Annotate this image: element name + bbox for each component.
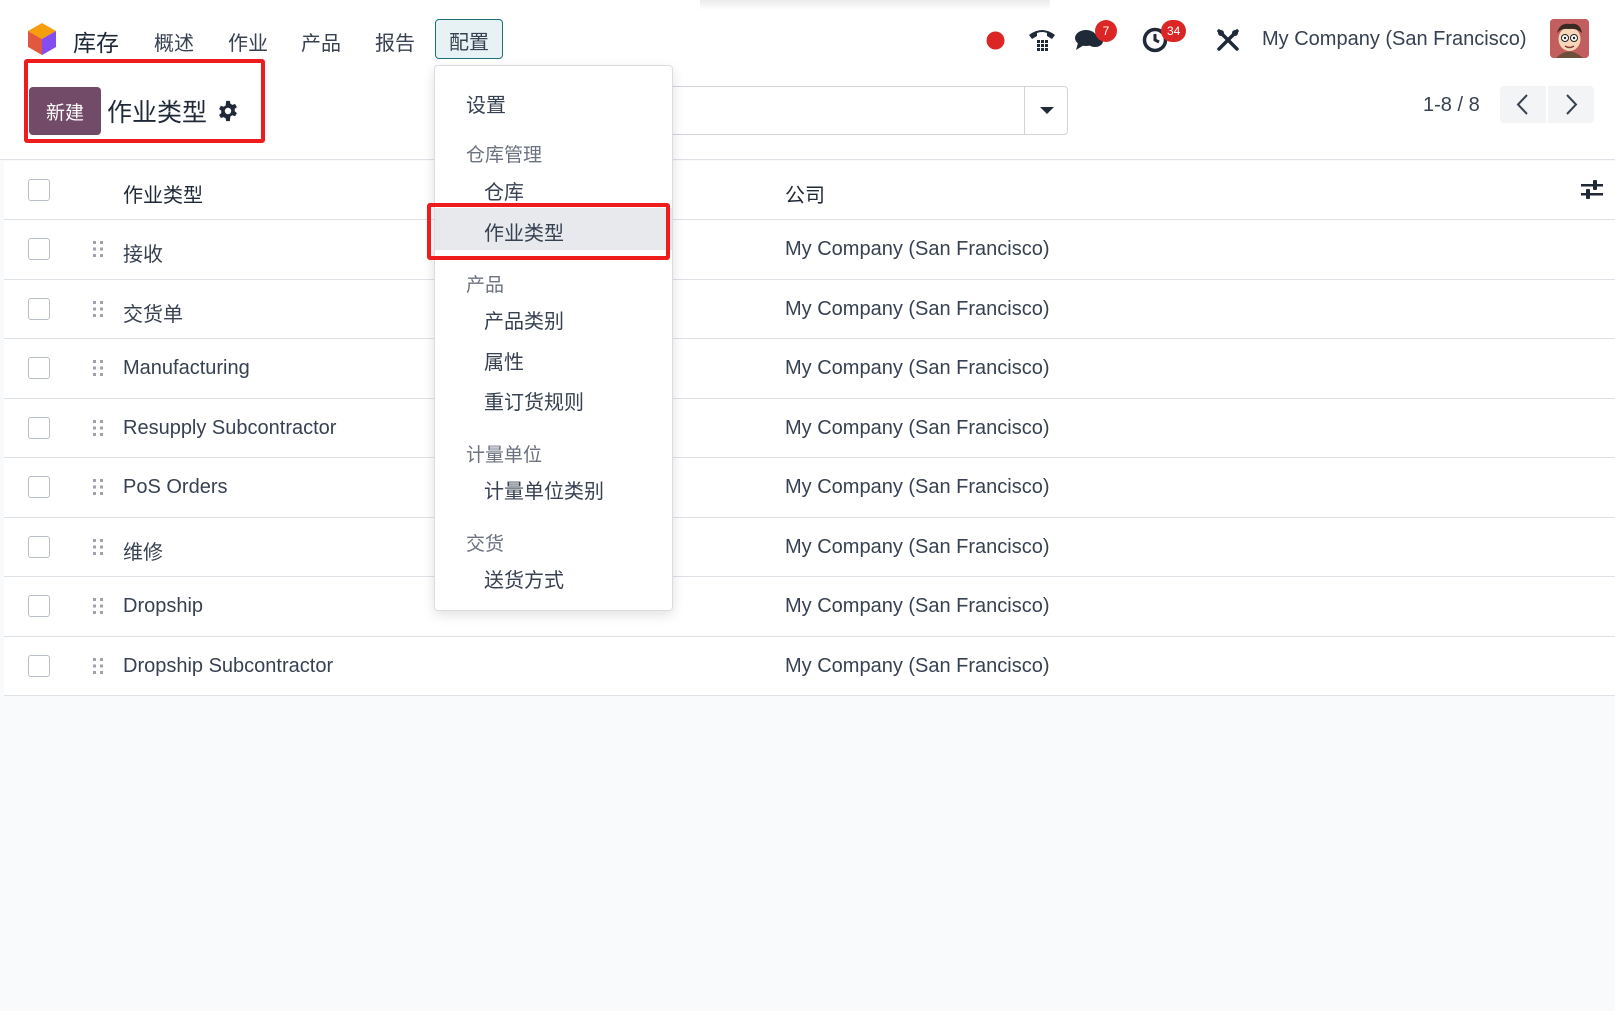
- menu-item-settings[interactable]: 设置: [435, 80, 672, 122]
- row-name: 交货单: [123, 301, 183, 326]
- table-row[interactable]: 交货单 My Company (San Francisco): [4, 279, 1615, 339]
- optional-columns-icon[interactable]: [1580, 179, 1604, 201]
- messages-badge: 7: [1095, 20, 1117, 42]
- drag-handle-icon[interactable]: [91, 596, 105, 616]
- menu-section-units-of-measure: 计量单位: [466, 444, 543, 466]
- caret-down-icon: [1040, 107, 1054, 114]
- row-checkbox[interactable]: [28, 595, 50, 617]
- menu-item-attributes[interactable]: 属性: [435, 337, 672, 379]
- tools-icon[interactable]: [1216, 28, 1240, 52]
- table-row[interactable]: Dropship My Company (San Francisco): [4, 577, 1615, 637]
- nav-overview[interactable]: 概述: [154, 27, 194, 56]
- menu-section-delivery: 交货: [466, 533, 505, 555]
- menu-item-reordering-rules[interactable]: 重订货规则: [435, 377, 672, 419]
- list-header: 作业类型 公司: [4, 161, 1615, 220]
- menu-section-products: 产品: [466, 274, 505, 296]
- row-name: Manufacturing: [123, 357, 250, 379]
- table-row[interactable]: 接收 My Company (San Francisco): [4, 220, 1615, 280]
- row-company: My Company (San Francisco): [785, 535, 1050, 558]
- phone-icon[interactable]: [1027, 26, 1057, 52]
- menu-item-warehouses[interactable]: 仓库: [435, 167, 672, 209]
- gear-icon[interactable]: [217, 100, 239, 122]
- row-name: 维修: [123, 539, 163, 564]
- record-icon[interactable]: [986, 31, 1005, 50]
- operation-types-list: 作业类型 公司 接收 My Company (San Francisco) 交货…: [4, 161, 1615, 696]
- menu-item-uom-categories[interactable]: 计量单位类别: [435, 466, 672, 508]
- row-checkbox[interactable]: [28, 297, 50, 320]
- nav-operations[interactable]: 作业: [228, 27, 268, 56]
- top-navbar: 库存 概述 作业 产品 报告 配置 7 34 My Company (San F…: [0, 0, 1615, 80]
- row-checkbox[interactable]: [28, 476, 50, 498]
- nav-reporting[interactable]: 报告: [375, 27, 415, 56]
- row-company: My Company (San Francisco): [785, 238, 1050, 260]
- row-name: 接收: [123, 242, 163, 266]
- row-checkbox[interactable]: [28, 535, 50, 558]
- page-title: 作业类型: [107, 98, 208, 127]
- company-switcher[interactable]: My Company (San Francisco): [1262, 28, 1527, 51]
- row-checkbox[interactable]: [28, 416, 50, 439]
- drag-handle-icon[interactable]: [91, 537, 105, 557]
- row-checkbox[interactable]: [28, 357, 50, 379]
- row-company: My Company (San Francisco): [785, 297, 1050, 320]
- chevron-left-icon: [1516, 94, 1528, 115]
- nav-products[interactable]: 产品: [301, 27, 341, 56]
- row-company: My Company (San Francisco): [785, 595, 1050, 617]
- top-shadow: [700, 0, 1050, 10]
- inventory-app-logo-icon[interactable]: [26, 22, 58, 56]
- row-company: My Company (San Francisco): [785, 654, 1050, 677]
- drag-handle-icon[interactable]: [91, 477, 105, 497]
- row-name: Dropship Subcontractor: [123, 654, 334, 677]
- drag-handle-icon[interactable]: [91, 358, 105, 378]
- drag-handle-icon[interactable]: [91, 299, 105, 319]
- pager-previous-button[interactable]: [1500, 86, 1546, 123]
- table-row[interactable]: Manufacturing My Company (San Francisco): [4, 339, 1615, 399]
- column-header-name[interactable]: 作业类型: [123, 179, 203, 208]
- table-row[interactable]: Resupply Subcontractor My Company (San F…: [4, 398, 1615, 458]
- avatar-face-icon: [1550, 19, 1589, 58]
- activities-badge: 34: [1161, 20, 1187, 42]
- table-row[interactable]: Dropship Subcontractor My Company (San F…: [4, 636, 1615, 696]
- drag-handle-icon[interactable]: [91, 418, 105, 438]
- menu-item-shipping-methods[interactable]: 送货方式: [435, 555, 672, 597]
- drag-handle-icon[interactable]: [91, 239, 105, 259]
- pager-next-button[interactable]: [1548, 86, 1594, 123]
- chevron-right-icon: [1566, 94, 1578, 115]
- pager-value[interactable]: 1-8 / 8: [1423, 94, 1480, 117]
- drag-handle-icon[interactable]: [91, 656, 105, 676]
- table-row[interactable]: 维修 My Company (San Francisco): [4, 517, 1615, 577]
- menu-item-product-categories[interactable]: 产品类别: [435, 296, 672, 338]
- row-company: My Company (San Francisco): [785, 357, 1050, 379]
- column-header-company[interactable]: 公司: [785, 179, 825, 208]
- row-checkbox[interactable]: [28, 238, 50, 260]
- app-name[interactable]: 库存: [73, 24, 119, 58]
- table-row[interactable]: PoS Orders My Company (San Francisco): [4, 458, 1615, 518]
- row-name: PoS Orders: [123, 476, 228, 498]
- new-button[interactable]: 新建: [29, 87, 101, 135]
- nav-configuration[interactable]: 配置: [435, 19, 503, 59]
- row-name: Resupply Subcontractor: [123, 416, 337, 439]
- row-checkbox[interactable]: [28, 654, 50, 677]
- search-options-toggle[interactable]: [1024, 86, 1068, 135]
- menu-section-warehouse-management: 仓库管理: [466, 144, 543, 166]
- menu-item-operation-types[interactable]: 作业类型: [435, 208, 672, 250]
- row-company: My Company (San Francisco): [785, 416, 1050, 439]
- select-all-checkbox[interactable]: [28, 179, 50, 201]
- user-avatar[interactable]: [1550, 19, 1589, 58]
- row-name: Dropship: [123, 595, 204, 617]
- configuration-dropdown-menu: 设置 仓库管理 仓库 作业类型 产品 产品类别 属性 重订货规则 计量单位 计量…: [434, 65, 673, 611]
- row-company: My Company (San Francisco): [785, 476, 1050, 498]
